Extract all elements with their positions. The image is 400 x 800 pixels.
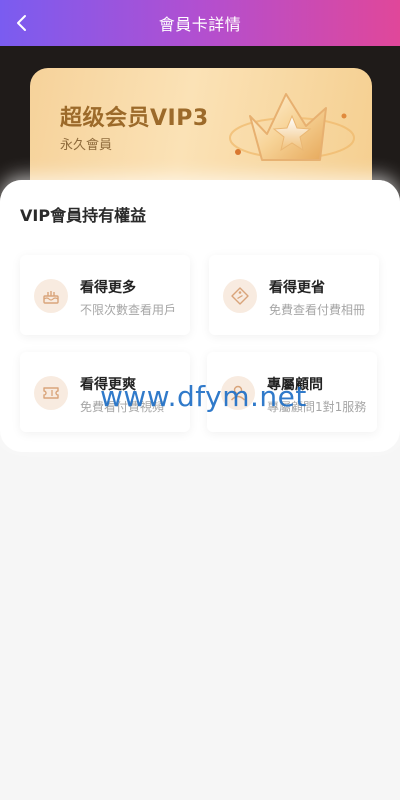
benefit-card-see-more[interactable]: 看得更多 不限次數查看用戶 bbox=[20, 255, 190, 335]
benefit-description: 不限次數查看用戶 bbox=[80, 303, 177, 317]
ticket-icon bbox=[34, 376, 68, 410]
chevron-left-icon bbox=[17, 15, 26, 31]
benefit-card-save-more[interactable]: 看得更省 免費查看付費相冊 bbox=[209, 255, 379, 335]
benefits-title: VIP會員持有權益 bbox=[20, 206, 147, 225]
star-crown-icon bbox=[229, 93, 355, 161]
back-button[interactable] bbox=[6, 7, 38, 39]
page: 會員卡詳情 超级会员VIP3 永久會員 VIP會員持有權益 看得更多 不限次數查… bbox=[0, 0, 400, 800]
nav-header: 會員卡詳情 bbox=[0, 0, 400, 46]
benefit-title: 看得更多 bbox=[80, 280, 136, 296]
tag-icon bbox=[223, 279, 257, 313]
watermark-text: www.dfym.net bbox=[100, 380, 307, 413]
vip-level-title: 超级会员VIP3 bbox=[60, 106, 209, 131]
page-title: 會員卡詳情 bbox=[158, 15, 242, 34]
vip-duration-label: 永久會員 bbox=[60, 138, 113, 153]
benefit-title: 看得更省 bbox=[269, 280, 325, 296]
cake-icon bbox=[34, 279, 68, 313]
benefit-description: 免費查看付費相冊 bbox=[269, 303, 366, 317]
